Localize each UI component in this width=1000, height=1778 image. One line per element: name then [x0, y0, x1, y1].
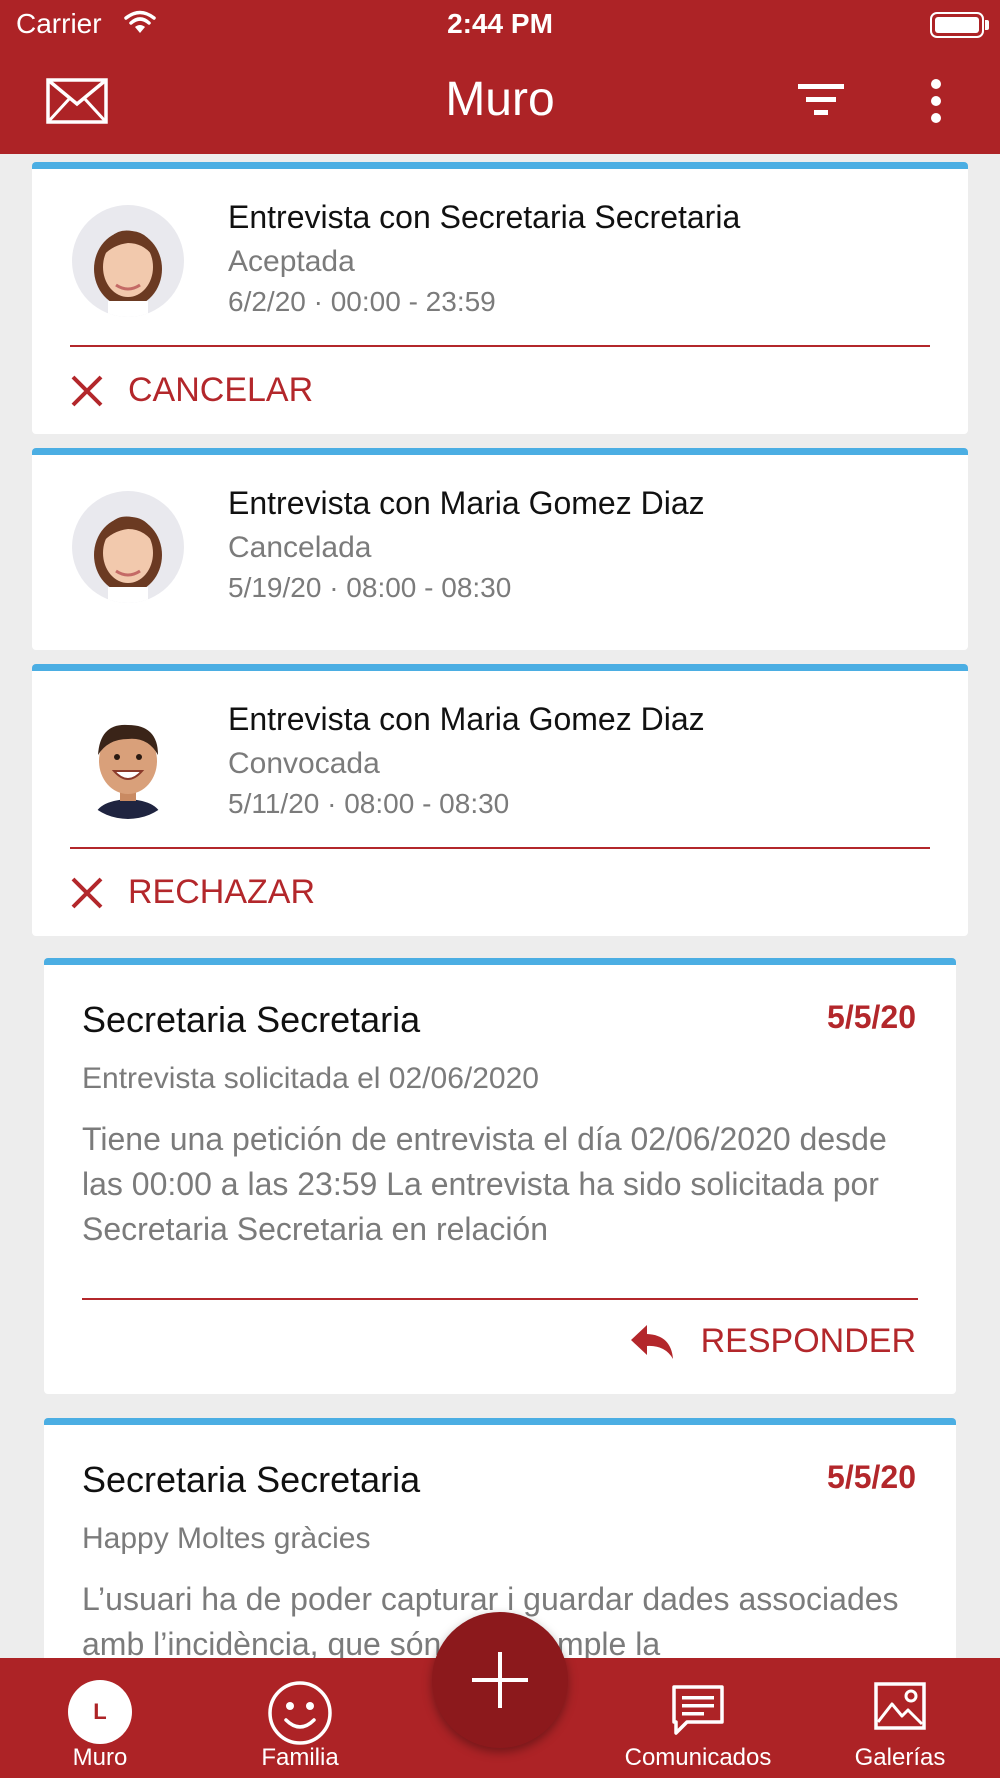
tab-label: Familia	[261, 1744, 339, 1771]
tab-label: Comunicados	[624, 1744, 772, 1771]
reply-icon	[630, 1324, 673, 1359]
message-sender: Secretaria Secretaria	[82, 1459, 421, 1500]
clock-icon: L	[68, 1680, 132, 1744]
close-icon	[71, 877, 103, 908]
interview-datetime: 5/19/20 · 08:00 - 08:30	[228, 572, 512, 603]
interview-status: Cancelada	[228, 531, 372, 564]
close-icon	[71, 375, 103, 406]
status-time: 2:44 PM	[447, 8, 553, 39]
card-divider	[70, 345, 930, 347]
message-date: 5/5/20	[827, 1459, 916, 1495]
message-body: Tiene una petición de entrevista el día …	[82, 1121, 887, 1247]
battery-icon	[930, 12, 984, 38]
card-divider	[70, 847, 930, 849]
interview-datetime: 5/11/20 · 08:00 - 08:30	[228, 788, 510, 819]
wall-feed[interactable]: Entrevista con Secretaria Secretaria Ace…	[0, 154, 1000, 1658]
interview-title: Entrevista con Maria Gomez Diaz	[228, 701, 705, 737]
reply-label: RESPONDER	[700, 1322, 916, 1360]
interview-card[interactable]: Entrevista con Secretaria Secretaria Ace…	[32, 162, 968, 434]
message-subject: Entrevista solicitada el 02/06/2020	[82, 1062, 539, 1095]
interview-status: Aceptada	[228, 245, 355, 278]
add-button[interactable]	[432, 1612, 568, 1748]
image-icon	[874, 1682, 926, 1730]
status-bar: Carrier 2:44 PM	[0, 0, 1000, 50]
chat-icon	[672, 1685, 724, 1735]
interview-title: Entrevista con Maria Gomez Diaz	[228, 485, 705, 521]
tab-familia[interactable]: Familia	[200, 1658, 400, 1778]
message-sender: Secretaria Secretaria	[82, 999, 421, 1040]
battery-tip	[985, 20, 989, 30]
interview-card[interactable]: Entrevista con Maria Gomez Diaz Cancelad…	[32, 448, 968, 650]
interview-status: Convocada	[228, 747, 380, 780]
woman-avatar	[72, 491, 184, 603]
plus-icon	[472, 1652, 528, 1708]
interview-card[interactable]: Entrevista con Maria Gomez Diaz Convocad…	[32, 664, 968, 936]
cancel-label: CANCELAR	[128, 371, 314, 409]
message-subject: Happy Moltes gràcies	[82, 1522, 371, 1555]
reject-button[interactable]: RECHAZAR	[70, 873, 315, 912]
cancel-button[interactable]: CANCELAR	[70, 371, 313, 410]
filter-icon[interactable]	[796, 80, 846, 120]
page-title: Muro	[445, 73, 555, 126]
tab-galerias[interactable]: Galerías	[800, 1658, 1000, 1778]
interview-datetime: 6/2/20 · 00:00 - 23:59	[228, 286, 496, 317]
woman-avatar	[72, 205, 184, 317]
tab-label: Galerías	[854, 1744, 946, 1771]
reply-button[interactable]: RESPONDER	[629, 1322, 916, 1361]
more-vertical-icon[interactable]	[920, 78, 952, 124]
tab-muro[interactable]: L Muro	[0, 1658, 200, 1778]
boy-avatar	[72, 707, 184, 819]
message-date: 5/5/20	[827, 999, 916, 1035]
smiley-icon	[268, 1681, 332, 1745]
interview-title: Entrevista con Secretaria Secretaria	[228, 199, 741, 235]
message-card[interactable]: Secretaria Secretaria 5/5/20 Entrevista …	[44, 958, 956, 1394]
card-divider	[82, 1298, 918, 1300]
reject-label: RECHAZAR	[128, 873, 316, 911]
app-bar: Muro	[0, 50, 1000, 154]
tab-comunicados[interactable]: Comunicados	[598, 1658, 798, 1778]
tab-label: Muro	[72, 1744, 128, 1771]
